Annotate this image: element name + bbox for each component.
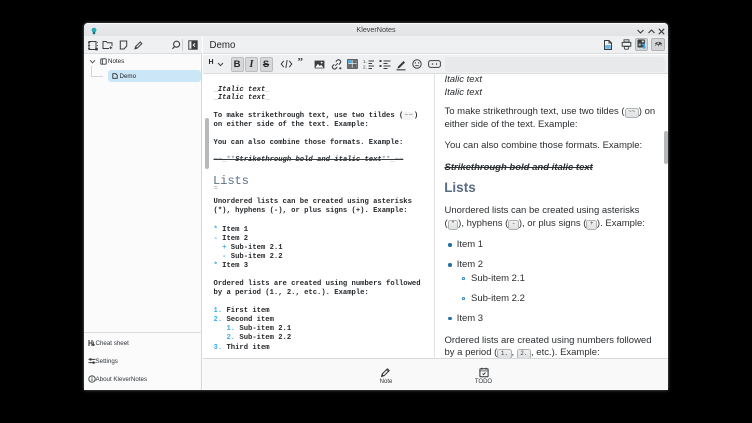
svg-text:2.: 2. [363, 65, 367, 70]
svg-text:1.: 1. [363, 59, 367, 64]
